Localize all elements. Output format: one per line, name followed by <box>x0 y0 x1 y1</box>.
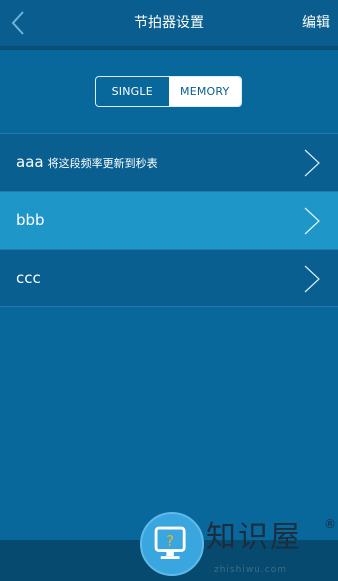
chevron-right-icon <box>304 265 320 293</box>
header-bar: 节拍器设置 编辑 <box>0 0 338 46</box>
question-monitor-icon: ? <box>140 512 204 576</box>
single-mode-button[interactable]: SINGLE <box>96 77 169 106</box>
list-item-label: aaa 将这段频率更新到秒表 <box>16 151 158 175</box>
list-item[interactable]: aaa 将这段频率更新到秒表 <box>0 133 338 191</box>
list-item-name: aaa <box>16 153 44 171</box>
header-divider <box>0 46 338 50</box>
list-item-note: 将这段频率更新到秒表 <box>47 157 158 170</box>
chevron-right-icon <box>304 207 320 235</box>
edit-button[interactable]: 编辑 <box>302 13 330 33</box>
list-item[interactable]: ccc <box>0 249 338 307</box>
mode-toggle: SINGLE MEMORY <box>95 76 242 107</box>
watermark-subtext: zhishiwu.com <box>214 565 287 575</box>
page-title: 节拍器设置 <box>134 15 204 31</box>
memory-mode-button[interactable]: MEMORY <box>168 77 241 106</box>
watermark-text: 知识屋 <box>206 520 302 555</box>
list-item-name: ccc <box>16 269 41 287</box>
list-item-name: bbb <box>16 211 45 229</box>
watermark: ? 知识屋 ® zhishiwu.com <box>140 512 338 581</box>
list-item[interactable]: bbb <box>0 191 338 249</box>
chevron-right-icon <box>304 149 320 177</box>
list-item-label: bbb <box>16 209 45 231</box>
list-item-label: ccc <box>16 267 41 289</box>
registered-mark: ® <box>324 517 336 531</box>
svg-text:?: ? <box>166 532 174 550</box>
memory-list: aaa 将这段频率更新到秒表 bbb ccc <box>0 133 338 307</box>
